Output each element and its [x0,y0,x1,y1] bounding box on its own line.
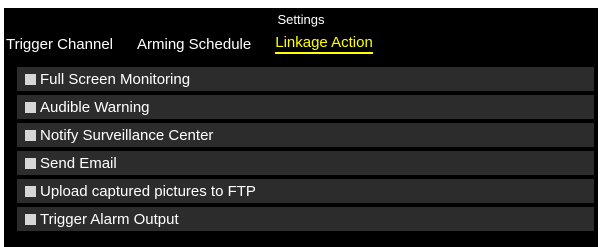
full-screen-monitoring-checkbox[interactable] [25,73,36,85]
tab-trigger-channel[interactable]: Trigger Channel [6,36,113,53]
tab-arming-schedule[interactable]: Arming Schedule [137,36,251,53]
linkage-action-panel: Full Screen Monitoring Audible Warning N… [17,67,594,243]
option-notify-surveillance-center[interactable]: Notify Surveillance Center [17,123,594,147]
settings-dialog: Settings Trigger Channel Arming Schedule… [4,8,598,247]
tab-linkage-action[interactable]: Linkage Action [275,34,373,54]
upload-to-ftp-checkbox[interactable] [25,185,36,197]
option-label: Notify Surveillance Center [40,126,214,144]
option-send-email[interactable]: Send Email [17,151,594,175]
audible-warning-checkbox[interactable] [25,101,36,113]
option-trigger-alarm-output[interactable]: Trigger Alarm Output [17,207,594,231]
tab-bar: Trigger Channel Arming Schedule Linkage … [4,32,598,56]
option-upload-to-ftp[interactable]: Upload captured pictures to FTP [17,179,594,203]
trigger-alarm-output-checkbox[interactable] [25,213,36,225]
option-audible-warning[interactable]: Audible Warning [17,95,594,119]
dialog-title: Settings [277,12,325,27]
option-full-screen-monitoring[interactable]: Full Screen Monitoring [17,67,594,91]
option-label: Trigger Alarm Output [40,210,179,228]
option-label: Upload captured pictures to FTP [40,182,256,200]
option-label: Full Screen Monitoring [40,70,191,88]
option-label: Send Email [40,154,117,172]
notify-surveillance-center-checkbox[interactable] [25,129,36,141]
option-label: Audible Warning [40,98,150,116]
send-email-checkbox[interactable] [25,157,36,169]
